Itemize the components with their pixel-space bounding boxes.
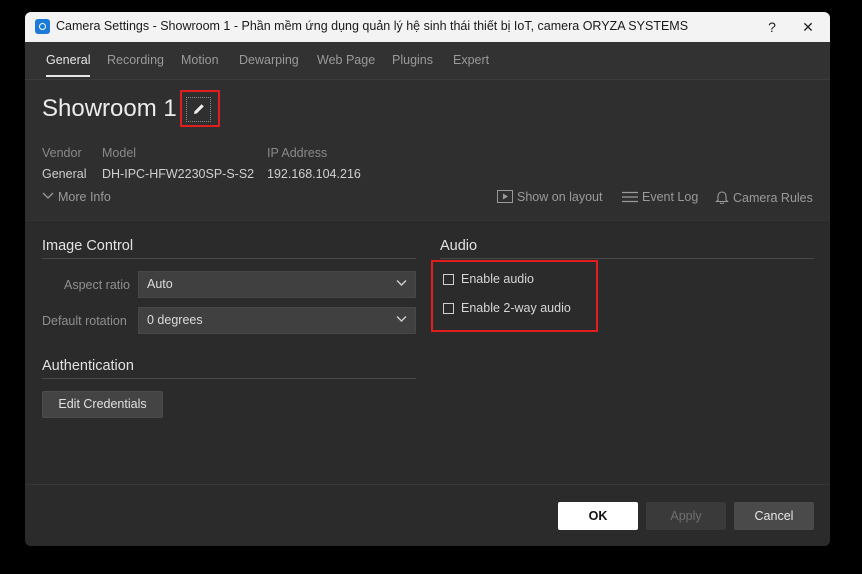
list-icon [622, 191, 638, 203]
show-on-layout-button[interactable]: Show on layout [497, 190, 602, 204]
show-on-layout-label: Show on layout [517, 190, 603, 204]
vendor-label: Vendor [42, 146, 82, 160]
authentication-title: Authentication [42, 358, 134, 374]
chevron-down-icon [396, 308, 407, 333]
pencil-icon [193, 104, 204, 114]
bell-icon [715, 191, 729, 205]
tab-plugins[interactable]: Plugins [392, 53, 433, 67]
default-rotation-select[interactable]: 0 degrees [138, 307, 416, 334]
tab-expert[interactable]: Expert [453, 53, 489, 67]
more-info-label: More Info [58, 190, 111, 204]
default-rotation-value: 0 degrees [147, 313, 203, 327]
default-rotation-label: Default rotation [42, 314, 127, 328]
cancel-button[interactable]: Cancel [734, 502, 814, 530]
aspect-ratio-select[interactable]: Auto [138, 271, 416, 298]
camera-settings-dialog: Camera Settings - Showroom 1 - Phần mềm … [25, 12, 830, 546]
dialog-footer: OK Apply Cancel [25, 484, 830, 546]
chevron-down-icon [42, 192, 54, 199]
ok-button[interactable]: OK [558, 502, 638, 530]
ip-value: 192.168.104.216 [267, 167, 361, 181]
tab-recording[interactable]: Recording [107, 53, 164, 67]
play-box-icon [497, 190, 513, 203]
camera-header: Showroom 1 Vendor Model IP Address Gener… [25, 80, 830, 223]
help-button[interactable]: ? [757, 15, 787, 39]
edit-name-button[interactable] [186, 97, 211, 122]
apply-button[interactable]: Apply [646, 502, 726, 530]
enable-audio-label[interactable]: Enable audio [461, 272, 534, 286]
aspect-ratio-value: Auto [147, 277, 173, 291]
chevron-down-icon [396, 272, 407, 297]
audio-title: Audio [440, 238, 478, 254]
model-label: Model [102, 146, 137, 160]
title-bar: Camera Settings - Showroom 1 - Phần mềm … [25, 12, 830, 42]
more-info-toggle[interactable]: More Info [42, 190, 111, 204]
aspect-ratio-label: Aspect ratio [63, 278, 130, 292]
event-log-label: Event Log [642, 190, 699, 204]
image-control-title: Image Control [42, 238, 134, 254]
tab-bar: General Recording Motion Dewarping Web P… [25, 42, 830, 80]
authentication-divider [42, 378, 416, 379]
camera-rules-label: Camera Rules [733, 191, 813, 205]
enable-2way-audio-label[interactable]: Enable 2-way audio [461, 301, 571, 315]
edit-credentials-button[interactable]: Edit Credentials [42, 391, 163, 418]
tab-dewarping[interactable]: Dewarping [239, 53, 299, 67]
camera-app-icon [35, 19, 50, 34]
highlight-audio-options [431, 260, 598, 332]
tab-motion[interactable]: Motion [181, 53, 219, 67]
image-control-divider [42, 258, 416, 259]
enable-2way-audio-checkbox[interactable] [443, 303, 454, 314]
vendor-value: General [42, 167, 87, 181]
camera-rules-button[interactable]: Camera Rules [715, 190, 813, 205]
window-title: Camera Settings - Showroom 1 - Phần mềm … [56, 19, 689, 33]
camera-name: Showroom 1 [42, 95, 177, 122]
close-button[interactable]: ✕ [793, 15, 823, 39]
tab-general[interactable]: General [46, 53, 91, 77]
audio-divider [440, 258, 814, 259]
ip-label: IP Address [267, 146, 328, 160]
event-log-button[interactable]: Event Log [622, 190, 698, 204]
tab-web-page[interactable]: Web Page [317, 53, 375, 67]
enable-audio-checkbox[interactable] [443, 274, 454, 285]
model-value: DH-IPC-HFW2230SP-S-S2 [102, 167, 255, 181]
